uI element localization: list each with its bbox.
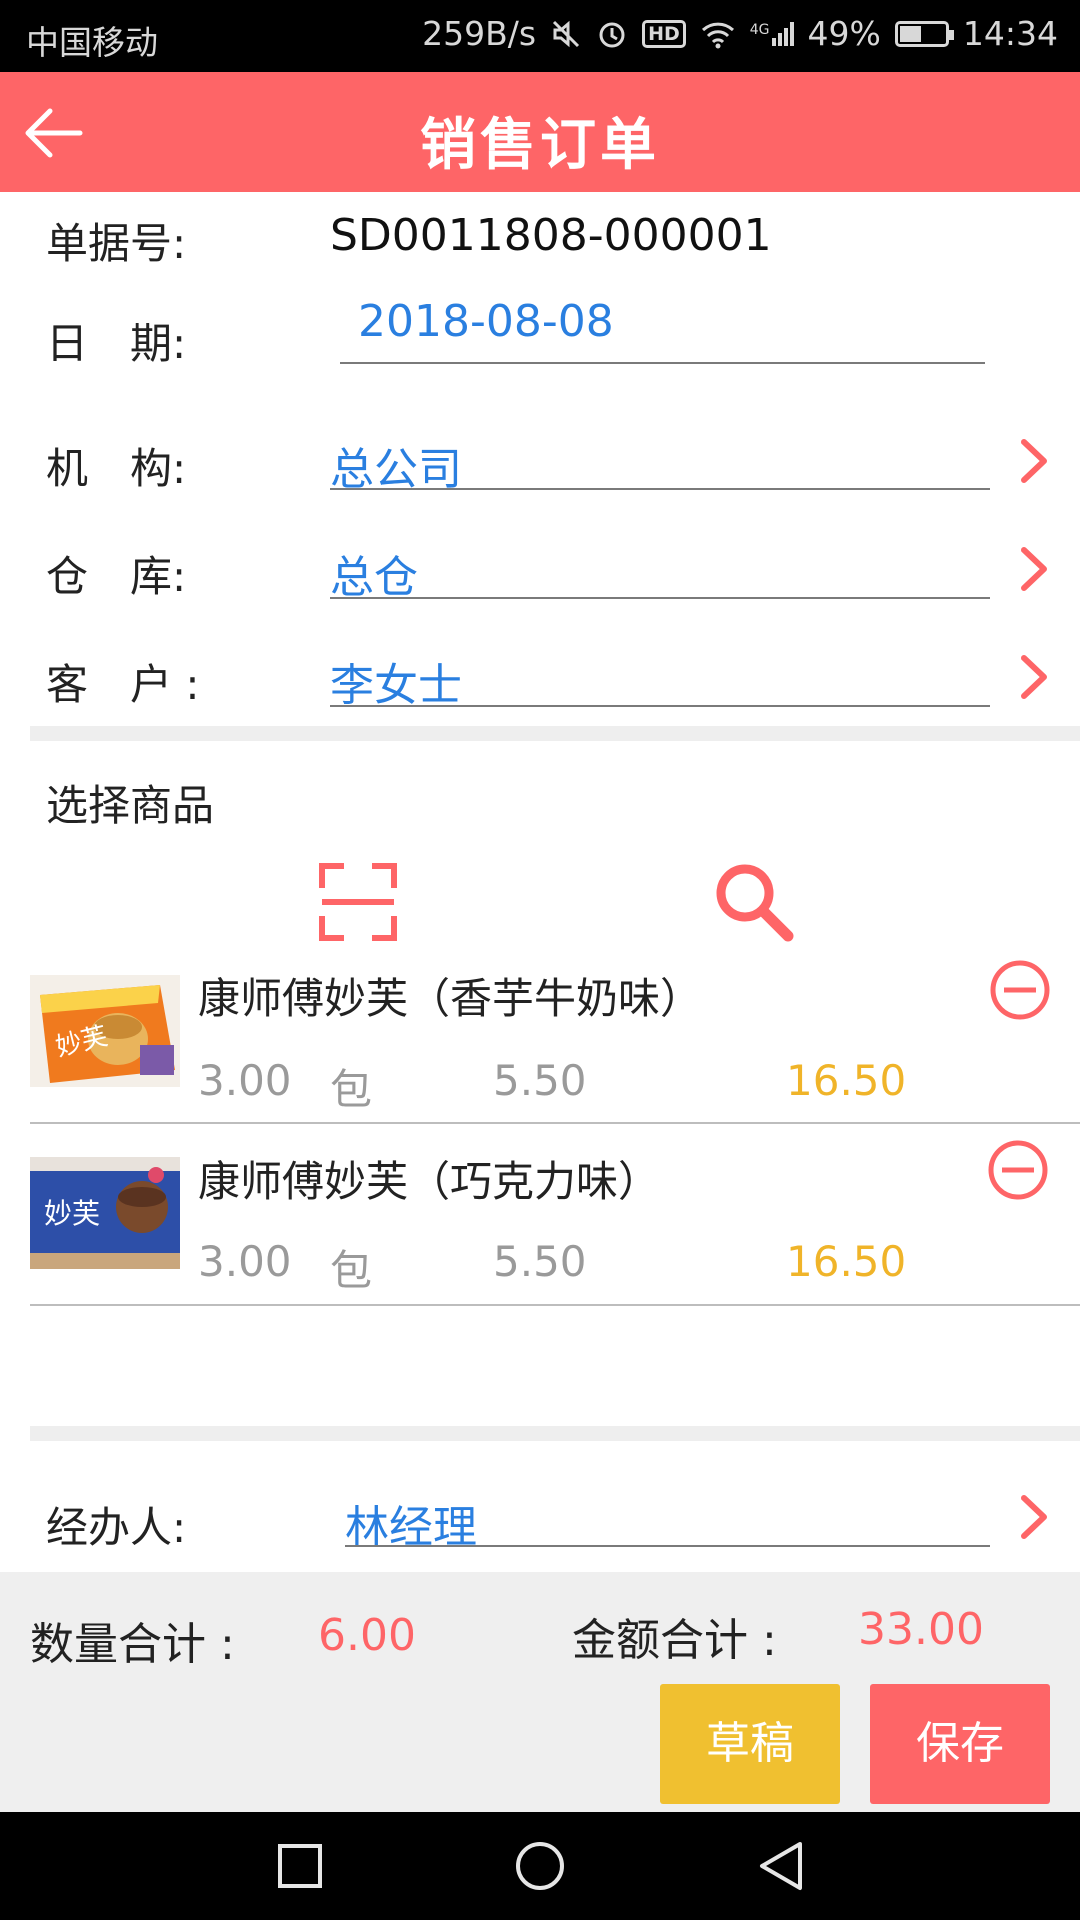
warehouse-underline — [330, 597, 990, 599]
select-goods-label: 选择商品 — [46, 781, 215, 830]
item-divider — [30, 1122, 1080, 1124]
item-name: 康师傅妙芙（巧克力味） — [198, 1157, 661, 1206]
amount-total-value: 33.00 — [858, 1604, 984, 1655]
remove-icon[interactable] — [986, 1138, 1050, 1202]
section-divider — [30, 1426, 1080, 1441]
mute-icon — [553, 20, 580, 47]
chevron-right-icon[interactable] — [1018, 1492, 1052, 1542]
battery-icon — [894, 20, 954, 47]
item-unit: 包 — [330, 1065, 373, 1114]
date-field[interactable]: 2018-08-08 — [358, 296, 614, 347]
search-icon[interactable] — [712, 860, 796, 944]
net-speed: 259B/s — [422, 14, 537, 53]
qty-total-value: 6.00 — [318, 1610, 416, 1661]
nav-square-icon[interactable] — [276, 1842, 324, 1890]
title-bar: 销售订单 — [0, 72, 1080, 192]
system-nav-bar — [0, 1812, 1080, 1920]
hd-badge: HD — [642, 19, 686, 48]
chevron-right-icon[interactable] — [1018, 436, 1052, 486]
chevron-right-icon[interactable] — [1018, 652, 1052, 702]
amount-total-label: 金额合计 : — [572, 1615, 777, 1666]
draft-button[interactable]: 草稿 — [660, 1684, 840, 1804]
alarm-icon — [599, 22, 625, 47]
item-unit: 包 — [330, 1246, 373, 1295]
chevron-right-icon[interactable] — [1018, 544, 1052, 594]
doc-no-value: SD0011808-000001 — [330, 210, 772, 261]
org-underline — [330, 488, 990, 490]
nav-circle-icon[interactable] — [514, 1840, 566, 1892]
status-bar: 中国移动 259B/s HD 4G 49% 14:34 — [0, 0, 1080, 72]
section-divider — [30, 726, 1080, 741]
battery-percent: 49% — [807, 14, 881, 53]
item-price: 5.50 — [493, 1237, 587, 1286]
item-name: 康师傅妙芙（香芋牛奶味） — [198, 974, 703, 1023]
carrier-name: 中国移动 — [26, 23, 158, 62]
date-label: 日 期: — [46, 319, 187, 368]
cell-signal-icon: 4G — [750, 21, 794, 46]
scan-icon[interactable] — [318, 862, 398, 942]
handler-label: 经办人: — [46, 1503, 187, 1552]
page-title: 销售订单 — [420, 113, 660, 178]
customer-field[interactable]: 李女士 — [330, 649, 462, 713]
remove-icon[interactable] — [988, 958, 1052, 1022]
item-qty: 3.00 — [198, 1056, 292, 1105]
doc-no-label: 单据号: — [46, 219, 187, 268]
org-label: 机 构: — [46, 444, 187, 493]
item-amount: 16.50 — [786, 1237, 907, 1286]
item-qty: 3.00 — [198, 1237, 292, 1286]
customer-label: 客 户 : — [46, 660, 200, 709]
item-amount: 16.50 — [786, 1056, 907, 1105]
qty-total-label: 数量合计 : — [30, 1619, 235, 1670]
warehouse-label: 仓 库: — [46, 552, 187, 601]
customer-underline — [330, 705, 990, 707]
list-item[interactable]: 妙芙 — [30, 1157, 180, 1273]
item-price: 5.50 — [493, 1056, 587, 1105]
product-image: 妙芙 — [30, 975, 180, 1087]
date-underline — [340, 362, 985, 364]
wifi-icon — [701, 22, 734, 48]
clock: 14:34 — [962, 14, 1058, 53]
product-image: 妙芙 — [30, 1157, 180, 1269]
list-item[interactable]: 妙芙 — [30, 975, 180, 1091]
warehouse-field[interactable]: 总仓 — [330, 541, 418, 605]
product-image-text: 妙芙 — [44, 1197, 100, 1230]
status-icons: 259B/s HD 4G 49% 14:34 — [422, 14, 1058, 53]
save-button[interactable]: 保存 — [870, 1684, 1050, 1804]
totals-footer: 数量合计 : 6.00 金额合计 : 33.00 草稿 保存 — [0, 1572, 1080, 1812]
handler-underline — [345, 1545, 990, 1547]
item-divider — [30, 1304, 1080, 1306]
nav-triangle-icon[interactable] — [756, 1840, 808, 1892]
